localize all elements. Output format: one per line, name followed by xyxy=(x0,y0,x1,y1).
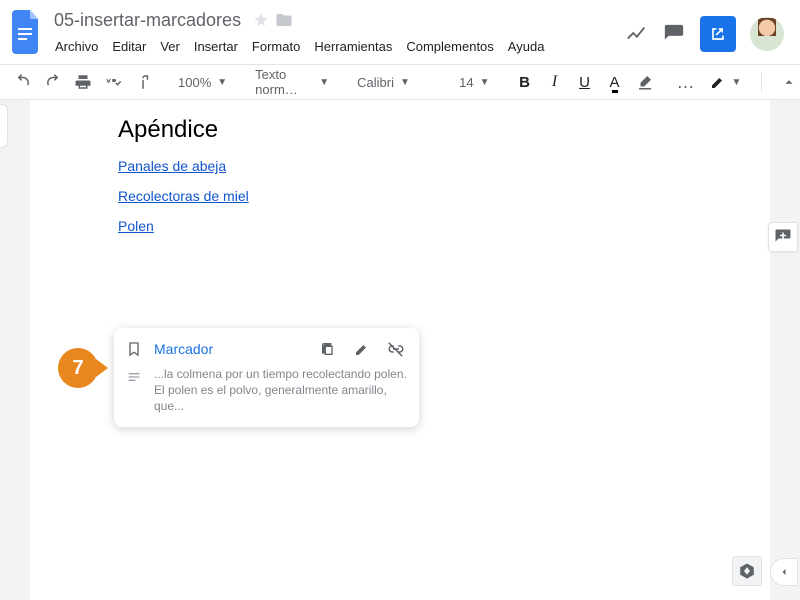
menu-ayuda[interactable]: Ayuda xyxy=(501,35,552,58)
hide-side-panel-button[interactable] xyxy=(770,558,798,586)
zoom-select[interactable]: 100% ▼ xyxy=(172,69,233,95)
more-tools-button[interactable]: … xyxy=(674,69,700,95)
text-color-glyph: A xyxy=(610,74,620,91)
link-recolectoras[interactable]: Recolectoras de miel xyxy=(118,188,770,204)
bookmark-link[interactable]: Marcador xyxy=(154,341,213,357)
menu-ver[interactable]: Ver xyxy=(153,35,187,58)
menu-insertar[interactable]: Insertar xyxy=(187,35,245,58)
caret-down-icon: ▼ xyxy=(480,77,490,88)
paragraph-style-value: Texto norm… xyxy=(255,67,313,97)
italic-button[interactable]: I xyxy=(542,69,568,95)
add-comment-side-button[interactable] xyxy=(768,222,798,252)
bold-button[interactable]: B xyxy=(512,69,538,95)
toolbar: 100%▼ Texto norm…▼ Calibri▼ 14▼ B I U A … xyxy=(0,64,800,100)
collapse-toolbar-button[interactable] xyxy=(776,69,800,95)
font-value: Calibri xyxy=(357,75,394,90)
menu-formato[interactable]: Formato xyxy=(245,35,307,58)
editing-mode-select[interactable]: ▼ xyxy=(704,69,748,95)
bookmark-snippet: ...la colmena por un tiempo recolectando… xyxy=(154,366,407,415)
snippet-icon xyxy=(126,369,142,385)
docs-logo[interactable] xyxy=(6,6,46,58)
menu-complementos[interactable]: Complementos xyxy=(399,35,500,58)
zoom-value: 100% xyxy=(178,75,211,90)
explore-button[interactable] xyxy=(732,556,762,586)
caret-down-icon: ▼ xyxy=(217,77,227,88)
menu-herramientas[interactable]: Herramientas xyxy=(307,35,399,58)
doc-title[interactable]: 05-insertar-marcadores xyxy=(48,10,247,31)
tutorial-step-badge: 7 xyxy=(58,348,98,388)
star-icon[interactable] xyxy=(253,12,269,28)
link-polen[interactable]: Polen xyxy=(118,218,770,234)
highlight-color-button[interactable] xyxy=(632,69,658,95)
share-button[interactable] xyxy=(700,16,736,52)
text-color-button[interactable]: A xyxy=(602,69,628,95)
remove-link-button[interactable] xyxy=(385,338,407,360)
underline-button[interactable]: U xyxy=(572,69,598,95)
heading-apendice[interactable]: Apéndice xyxy=(118,116,770,144)
font-select[interactable]: Calibri ▼ xyxy=(351,69,437,95)
bookmark-popover: Marcador ...la colmena por un tiempo rec… xyxy=(114,328,419,427)
font-size-select[interactable]: 14 ▼ xyxy=(453,69,495,95)
menubar: Archivo Editar Ver Insertar Formato Herr… xyxy=(48,34,624,58)
caret-down-icon: ▼ xyxy=(400,77,410,88)
font-size-value: 14 xyxy=(459,75,473,90)
edit-bookmark-button[interactable] xyxy=(351,338,373,360)
copy-link-button[interactable] xyxy=(317,338,339,360)
print-button[interactable] xyxy=(70,69,96,95)
spellcheck-button[interactable] xyxy=(100,69,126,95)
comments-icon[interactable] xyxy=(662,22,686,46)
link-panales[interactable]: Panales de abeja xyxy=(118,158,770,174)
bookmark-icon xyxy=(126,341,142,357)
account-avatar[interactable] xyxy=(750,17,784,51)
caret-down-icon: ▼ xyxy=(732,77,742,88)
undo-button[interactable] xyxy=(10,69,36,95)
paragraph-style-select[interactable]: Texto norm… ▼ xyxy=(249,69,335,95)
menu-archivo[interactable]: Archivo xyxy=(48,35,105,58)
redo-button[interactable] xyxy=(40,69,66,95)
paint-format-button[interactable] xyxy=(130,69,156,95)
activity-icon[interactable] xyxy=(624,22,648,46)
outline-toggle[interactable] xyxy=(0,104,8,148)
caret-down-icon: ▼ xyxy=(319,77,329,88)
move-folder-icon[interactable] xyxy=(275,11,293,29)
menu-editar[interactable]: Editar xyxy=(105,35,153,58)
